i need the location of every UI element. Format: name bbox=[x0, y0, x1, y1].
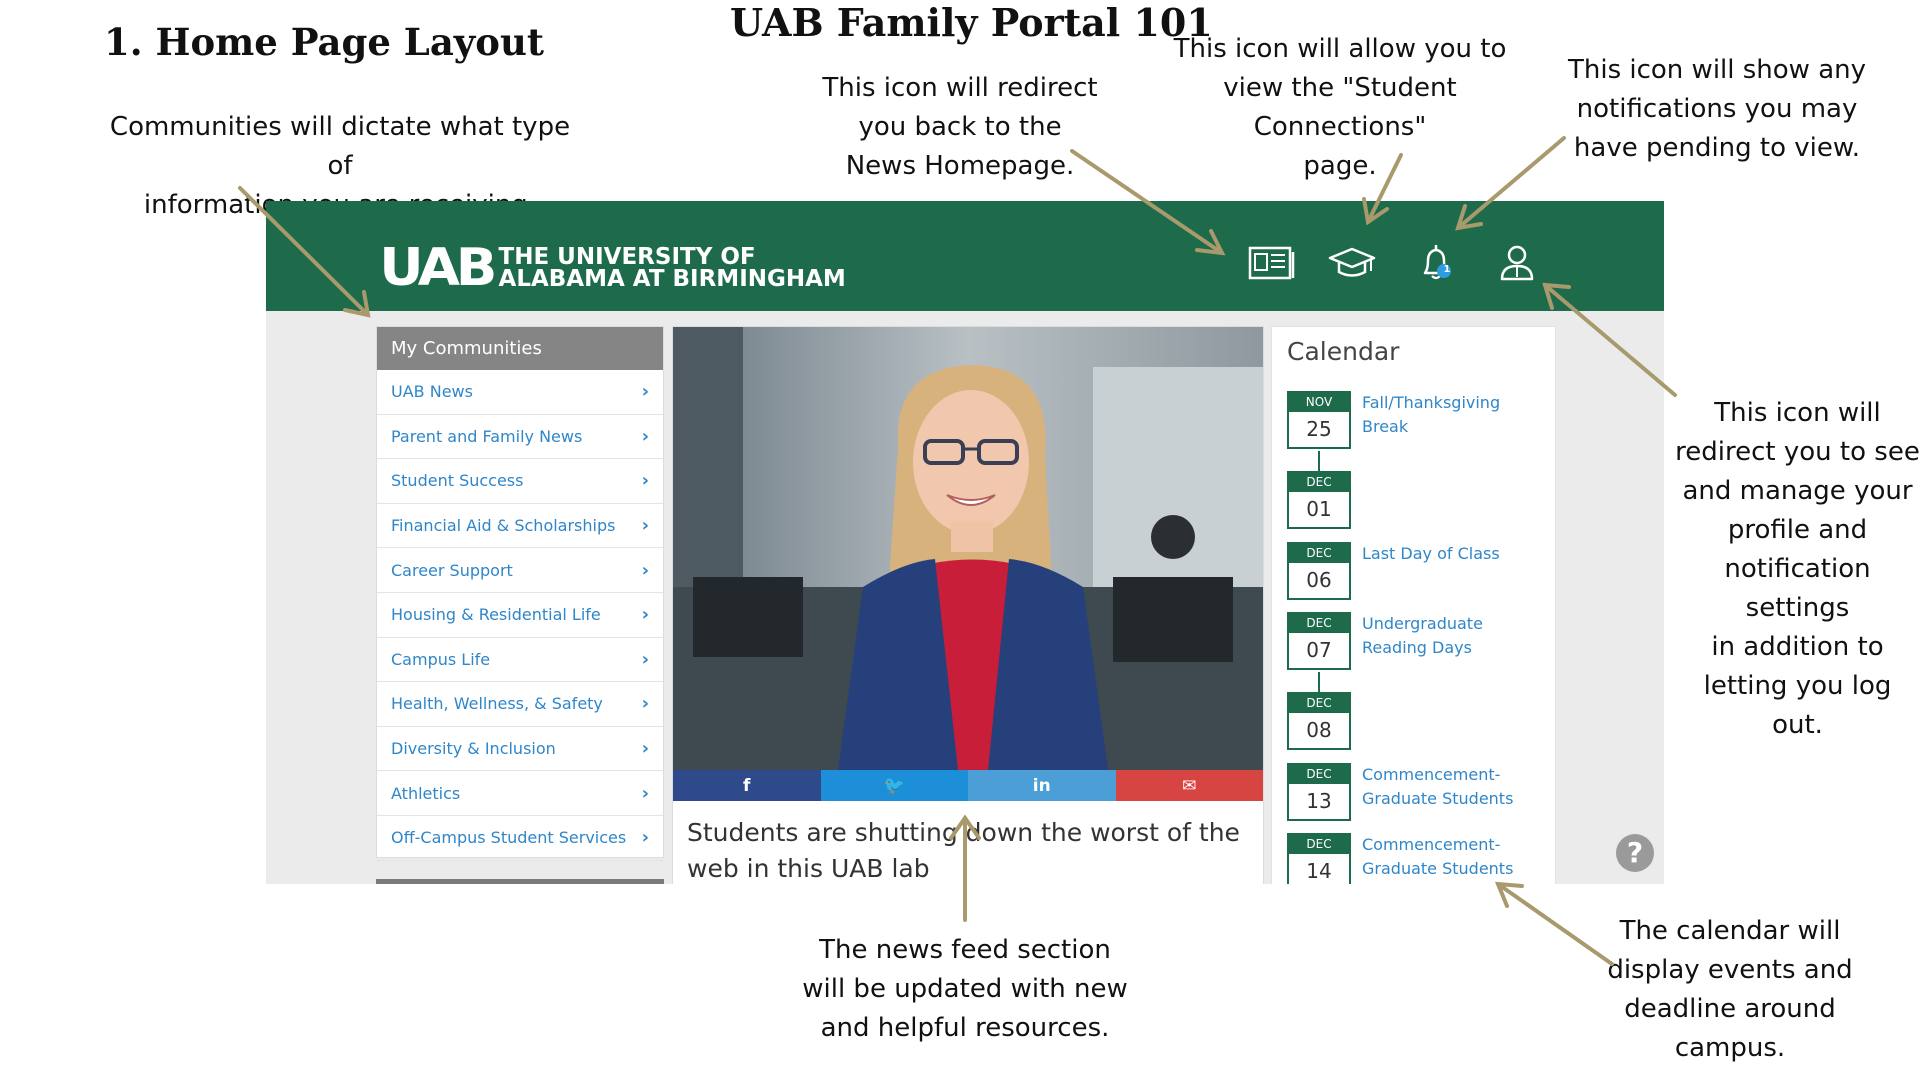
arrow-news-icon bbox=[1070, 149, 1224, 255]
arrow-profile-icon bbox=[1543, 283, 1677, 397]
arrow-calendar bbox=[1496, 882, 1614, 966]
arrow-notifications-icon bbox=[1456, 136, 1566, 230]
arrow-communities bbox=[238, 186, 370, 317]
annotation-arrows bbox=[238, 136, 1677, 966]
arrowhead-news-icon bbox=[1195, 229, 1226, 256]
